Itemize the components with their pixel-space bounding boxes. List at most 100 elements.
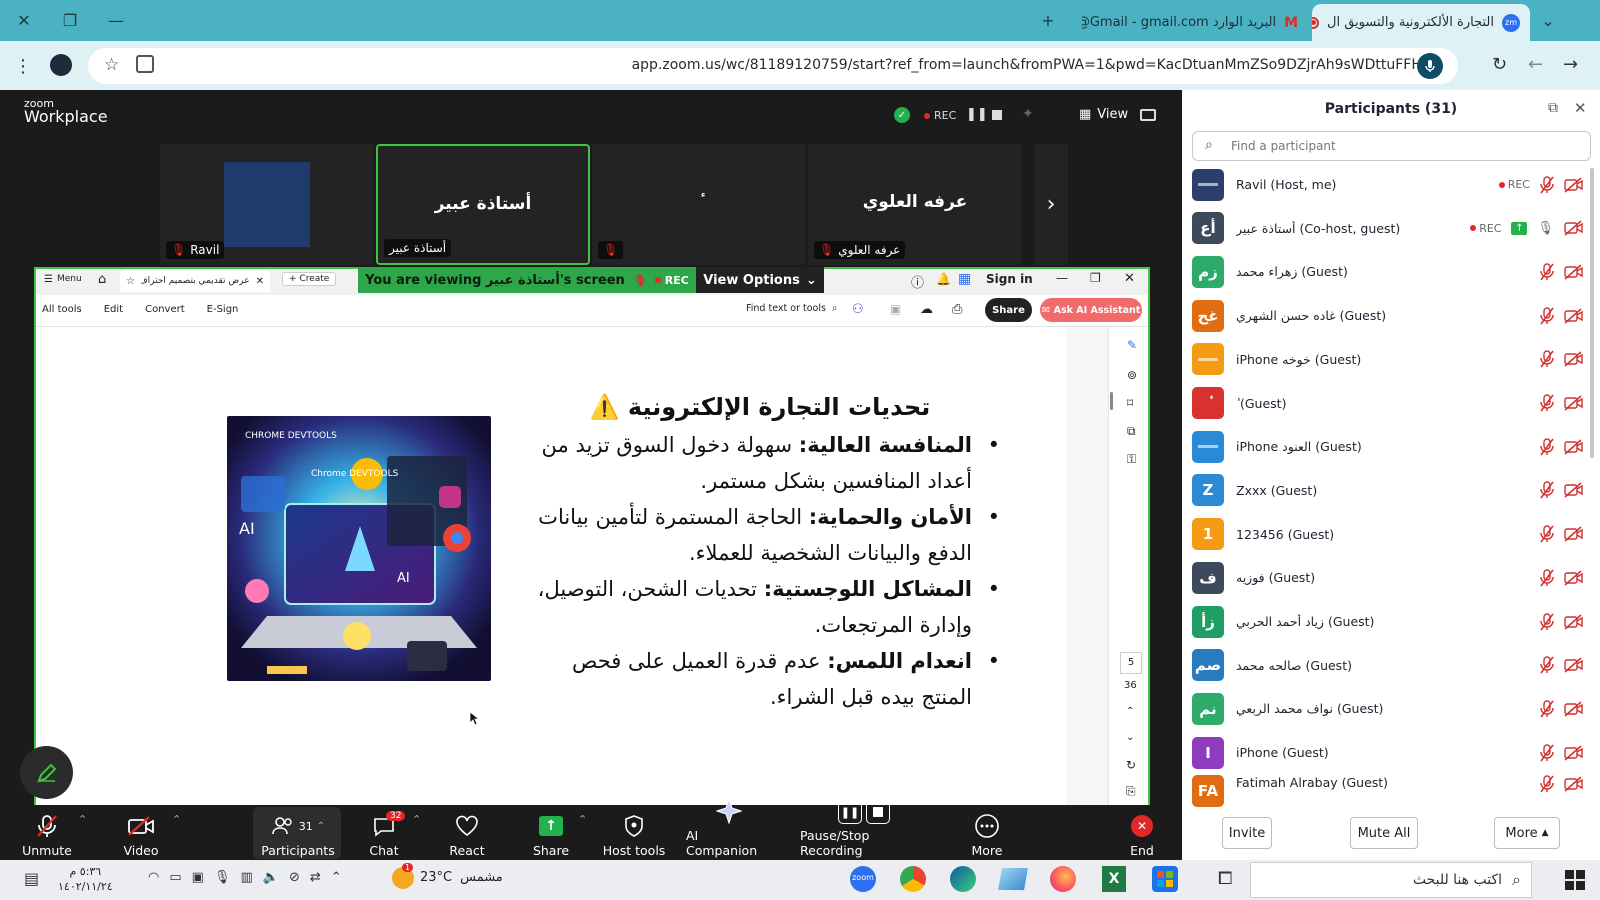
tab-search-icon[interactable]: ⌄ bbox=[1536, 8, 1560, 32]
video-off-icon[interactable] bbox=[1564, 439, 1584, 455]
volume-icon[interactable]: 🔈 bbox=[263, 870, 279, 885]
video-tile-arafa[interactable]: عرفه العلوي 🎙 عرفه العلوي bbox=[808, 144, 1022, 265]
mic-in-use-icon[interactable] bbox=[1417, 53, 1443, 79]
mute-all-button[interactable]: Mute All bbox=[1350, 817, 1418, 849]
weather-widget[interactable]: 23°C مشمس bbox=[420, 870, 503, 885]
mic-muted-icon[interactable] bbox=[1540, 394, 1554, 412]
mic-muted-icon[interactable] bbox=[1540, 525, 1554, 543]
zoom-taskbar-icon[interactable]: zoom bbox=[850, 866, 876, 892]
mic-muted-icon[interactable] bbox=[1540, 775, 1554, 793]
encryption-shield-icon[interactable]: ✓ bbox=[894, 107, 910, 123]
participant-row[interactable]: IiPhone (Guest) bbox=[1192, 731, 1592, 774]
ai-tool-icon[interactable]: ⚇ bbox=[852, 302, 864, 317]
host-tools-button[interactable]: Host tools bbox=[600, 808, 668, 858]
video-button[interactable]: Video bbox=[112, 808, 170, 858]
participant-row[interactable]: ف فوزيه (Guest) bbox=[1192, 556, 1592, 599]
browser-menu-icon[interactable]: ⋮ bbox=[14, 56, 32, 77]
video-off-icon[interactable] bbox=[1564, 657, 1584, 673]
participant-row[interactable]: صم صالحه محمد (Guest) bbox=[1192, 644, 1592, 687]
participant-row[interactable]: غح غاده حسن الشهري (Guest) bbox=[1192, 294, 1592, 337]
clock[interactable]: ٥:٣٦ م ١٤٠٢/١١/٢٤ bbox=[58, 864, 113, 894]
more-options-button[interactable]: More ▲ bbox=[1494, 817, 1560, 849]
bookmark-tool-icon[interactable]: ⌑ bbox=[1127, 396, 1133, 410]
transfer-icon[interactable]: ⇄ bbox=[310, 870, 321, 885]
profile-avatar[interactable] bbox=[50, 54, 72, 76]
participant-row[interactable]: نم نواف محمد الربعي (Guest) bbox=[1192, 687, 1592, 730]
pdf-menu-button[interactable]: ☰ Menu bbox=[44, 274, 82, 285]
annotate-pen-button[interactable] bbox=[20, 746, 73, 799]
excel-taskbar-icon[interactable]: X bbox=[1102, 866, 1126, 892]
video-options-chevron-icon[interactable]: ⌃ bbox=[172, 813, 181, 826]
sparkle-icon[interactable]: ✦ bbox=[1022, 106, 1034, 122]
react-button[interactable]: React bbox=[440, 808, 494, 858]
pdf-document-tab[interactable]: ✕ عرض تقديمي بتصميم احتراف... ☆ bbox=[120, 270, 270, 292]
mic-muted-icon[interactable] bbox=[1540, 175, 1554, 194]
pdf-close-icon[interactable]: ✕ bbox=[1124, 271, 1135, 286]
firefox-taskbar-icon[interactable] bbox=[1050, 866, 1076, 892]
chrome-taskbar-icon[interactable] bbox=[900, 866, 926, 892]
wifi-icon[interactable]: ◠ bbox=[148, 870, 159, 885]
pdf-maximize-icon[interactable]: ❐ bbox=[1090, 271, 1101, 285]
pdf-home-icon[interactable]: ⌂ bbox=[98, 272, 106, 287]
restore-window-icon[interactable]: ❐ bbox=[58, 8, 82, 32]
participant-row[interactable]: FA Fatimah Alrabay (Guest) bbox=[1192, 774, 1592, 807]
edge-taskbar-icon[interactable] bbox=[950, 866, 976, 892]
video-off-icon[interactable] bbox=[1564, 570, 1584, 586]
mic-muted-icon[interactable] bbox=[1540, 700, 1554, 718]
participant-row[interactable]: Ravil (Host, me) REC bbox=[1192, 163, 1592, 206]
video-off-icon[interactable] bbox=[1564, 307, 1584, 324]
esign-item[interactable]: E-Sign bbox=[207, 304, 239, 315]
stop-record-icon[interactable] bbox=[992, 110, 1002, 120]
convert-item[interactable]: Convert bbox=[145, 304, 185, 315]
signal-icon[interactable]: ▥ bbox=[240, 870, 252, 885]
ai-companion-button[interactable]: AI Companion bbox=[686, 798, 772, 858]
tab-close-icon[interactable]: ✕ bbox=[256, 276, 264, 287]
weather-sun-icon[interactable]: 1 bbox=[392, 863, 414, 889]
pdf-scrollbar[interactable] bbox=[1110, 392, 1113, 410]
bell-icon[interactable]: 🔔 bbox=[936, 272, 951, 286]
video-off-icon[interactable] bbox=[1564, 264, 1584, 280]
video-off-icon[interactable] bbox=[1564, 744, 1584, 761]
files-taskbar-icon[interactable] bbox=[998, 868, 1028, 890]
network-off-icon[interactable]: ⊘ bbox=[289, 870, 300, 885]
close-window-icon[interactable]: ✕ bbox=[12, 8, 36, 32]
mic-muted-icon[interactable] bbox=[1540, 612, 1554, 631]
find-text-button[interactable]: Find text or tools ⌕ bbox=[746, 303, 837, 314]
ask-ai-button[interactable]: ✉ Ask AI Assistant bbox=[1040, 298, 1142, 322]
tablet-icon[interactable]: ▣ bbox=[192, 870, 204, 885]
mic-muted-icon[interactable] bbox=[1540, 743, 1554, 762]
participant-row[interactable]: أع أستاذة عبير (Co-host, guest) REC ↑ 🎙 bbox=[1192, 207, 1592, 250]
pdf-share-button[interactable]: Share bbox=[985, 298, 1032, 322]
tab-zoom[interactable]: zm التجارة الألكترونية والتسويق ال ✕ bbox=[1312, 4, 1530, 41]
mic-muted-icon[interactable] bbox=[1540, 481, 1554, 499]
view-options-button[interactable]: View Options ⌄ bbox=[696, 267, 824, 293]
participant-row[interactable]: iPhone العنود (Guest) bbox=[1192, 425, 1592, 468]
page-down-icon[interactable]: ⌄ bbox=[1126, 732, 1134, 743]
edit-item[interactable]: Edit bbox=[104, 304, 123, 315]
lock-tool-icon[interactable]: ⚿ bbox=[1127, 452, 1136, 467]
share-button[interactable]: ↑ Share bbox=[524, 808, 578, 858]
video-tile-ravil[interactable]: 🎙 Ravil bbox=[160, 144, 374, 265]
mic-muted-icon[interactable] bbox=[1540, 656, 1554, 674]
store-taskbar-icon[interactable] bbox=[1152, 866, 1178, 892]
invite-button[interactable]: Invite bbox=[1222, 817, 1272, 849]
participant-search-field[interactable]: ⌕ Find a participant bbox=[1192, 131, 1591, 161]
video-tile-speaker[interactable]: أستاذة عبير أستاذة عبير bbox=[376, 144, 590, 265]
popout-icon[interactable]: ⧉ bbox=[1548, 100, 1558, 116]
participant-row[interactable]: iPhone خوخه (Guest) bbox=[1192, 338, 1592, 381]
pause-record-icon[interactable]: ❚❚ bbox=[966, 107, 988, 122]
comment-tool-icon[interactable]: ✎ bbox=[1127, 338, 1137, 352]
more-button[interactable]: More bbox=[960, 808, 1014, 858]
mic-muted-icon[interactable] bbox=[1540, 306, 1554, 325]
minimize-meeting-icon[interactable] bbox=[1140, 109, 1156, 121]
page-settings-icon[interactable]: ⎘ bbox=[1126, 784, 1136, 799]
task-view-icon[interactable]: ⧠ bbox=[1218, 868, 1232, 889]
participant-row[interactable]: 1 123456 (Guest) bbox=[1192, 513, 1592, 556]
save-icon[interactable]: ▣ bbox=[890, 302, 901, 316]
show-hidden-icon[interactable]: ⌃ bbox=[331, 870, 342, 885]
participants-button[interactable]: 31 ⌃ Participants bbox=[258, 808, 338, 858]
reload-icon[interactable]: ↻ bbox=[1492, 54, 1507, 75]
install-app-icon[interactable] bbox=[136, 55, 154, 73]
video-off-icon[interactable] bbox=[1564, 482, 1584, 498]
video-off-icon[interactable] bbox=[1564, 351, 1584, 367]
